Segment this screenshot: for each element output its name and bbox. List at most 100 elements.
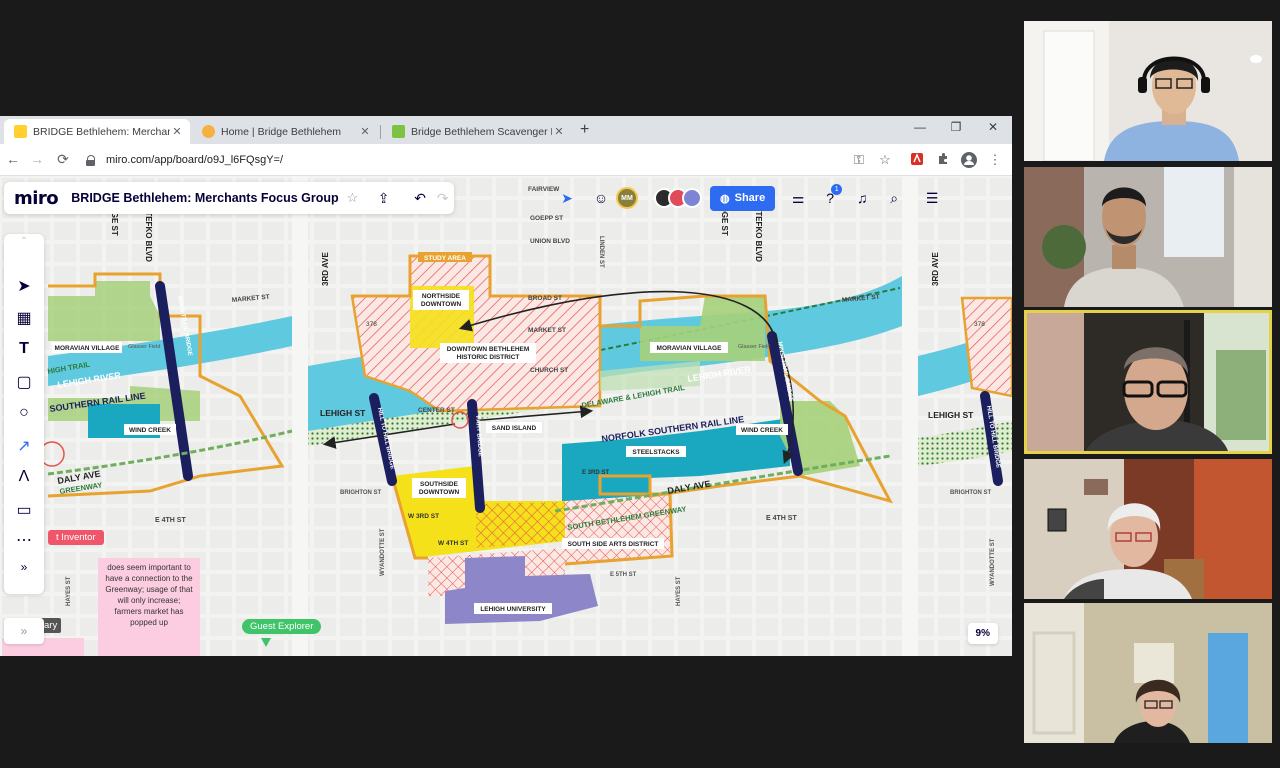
avatar[interactable] [682,188,702,208]
add-reaction-icon[interactable]: ☺ [588,190,614,206]
forward-button[interactable]: → [28,151,46,167]
extensions-puzzle-icon[interactable] [934,152,952,169]
video-feed [1024,459,1272,599]
notification-count-badge: 1 [831,184,843,195]
participant-video-1[interactable] [1024,21,1272,161]
market-st-label: MARKET ST [528,327,566,334]
collapse-arrow-icon[interactable]: ⌃ [4,236,44,247]
hayes-st-left-label: HAYES ST [66,576,72,606]
church-st-label: CHURCH ST [530,367,568,374]
close-tab-icon[interactable]: ✕ [170,125,184,138]
globe-icon: ◍ [720,192,730,205]
expand-tools-chevron-icon[interactable]: » [4,560,44,574]
key-icon[interactable]: ⚿ [850,152,868,168]
new-tab-button[interactable]: + [580,121,589,139]
southside-downtown-label: SOUTHSIDE DOWNTOWN [419,481,460,496]
miro-board-canvas[interactable]: STUDY AREA NORTHSIDE DOWNTOWN DOWNTOWN BE… [0,176,1012,656]
participant-video-2[interactable] [1024,167,1272,307]
lock-icon [86,154,96,166]
e-4th-st-left-label: E 4TH ST [155,517,186,524]
sun-favicon-icon [202,125,215,138]
inventor-cursor-badge: t Inventor [48,530,104,545]
guest-cursor-icon [261,638,271,647]
hayes-st-label: HAYES ST [676,576,682,606]
share-button[interactable]: ◍ Share [710,185,776,211]
pen-draw-tool[interactable]: Ʌ [4,468,44,486]
profile-icon[interactable] [960,152,978,171]
lehigh-st-label: LEHIGH ST [320,408,366,418]
more-tools-icon[interactable]: ⋯ [4,530,44,550]
tab-merchants-focus-group[interactable]: BRIDGE Bethlehem: Merchants F... ✕ [4,119,190,144]
export-upload-icon[interactable]: ⇪ [372,190,395,207]
notifications-bell-icon[interactable]: ♫ [849,190,875,206]
linden-st-label: LINDEN ST [598,236,604,268]
favorite-star-icon[interactable]: ☆ [347,190,359,206]
collaborator-avatars[interactable] [654,188,702,208]
undo-icon[interactable]: ↶ [409,190,432,207]
minimize-button[interactable]: — [910,120,930,134]
miro-logo[interactable]: miro [14,188,71,209]
wyandotte-st-right-label: WYANDOTTE ST [990,538,996,586]
miro-tool-rail: ⌃ ➤ ▦ T ▢ ○ ↗ Ʌ ▭ ⋯ » [4,234,44,594]
route-378-right-label: 378 [974,321,985,328]
search-icon[interactable]: ⌕ [881,190,907,207]
reactions-cursor-icon[interactable]: ➤ [554,190,580,207]
miro-collaboration-bar: ➤ ☺ MM ◍ Share ⚌ ? 1 ♫ ⌕ ☰ [554,182,1004,214]
close-window-button[interactable]: ✕ [983,120,1003,134]
browser-window: BRIDGE Bethlehem: Merchants F... ✕ Home … [0,116,1012,656]
select-cursor-tool[interactable]: ➤ [4,276,44,296]
comment-tool[interactable]: ▭ [4,500,44,520]
video-feed [1024,167,1272,307]
board-title[interactable]: BRIDGE Bethlehem: Merchants Focus Group [71,191,338,205]
tab-separator [380,125,381,139]
bookmark-star-icon[interactable]: ☆ [876,152,894,168]
connection-line-tool[interactable]: ↗ [4,436,44,456]
moravian-village-label: MORAVIAN VILLAGE [657,345,723,352]
participant-video-5[interactable] [1024,603,1272,743]
video-feed [1024,310,1272,454]
stefko-blvd-label: STEFKO BLVD [754,206,763,262]
participant-video-3-speaking[interactable] [1024,310,1272,454]
third-ave-label: 3RD AVE [321,252,330,286]
sand-island-label: SAND ISLAND [492,425,537,432]
center-st-label: CENTER ST [418,407,455,414]
tab-strip: BRIDGE Bethlehem: Merchants F... ✕ Home … [0,116,1012,144]
arts-district-label: SOUTH SIDE ARTS DISTRICT [568,541,659,548]
expand-sidebar-button[interactable]: » [4,618,44,644]
url-field[interactable]: miro.com/app/board/o9J_l6FQsgY=/ [86,148,846,172]
e-4th-st-label: E 4TH ST [766,515,797,522]
back-button[interactable]: ← [4,151,22,167]
pdf-extension-icon[interactable] [908,152,926,169]
settings-sliders-icon[interactable]: ⚌ [785,190,811,207]
text-tool[interactable]: T [4,340,44,358]
miro-favicon-icon [14,125,27,138]
shape-circle-tool[interactable]: ○ [4,404,44,422]
lehigh-st-right-label: LEHIGH ST [928,410,974,420]
kebab-menu-icon[interactable]: ⋮ [986,152,1004,168]
broad-st-label: BROAD ST [528,295,562,302]
sticky-note[interactable]: does seem important to have a connection… [98,558,200,656]
screen: BRIDGE Bethlehem: Merchants F... ✕ Home … [0,0,1280,768]
templates-frame-tool[interactable]: ▦ [4,308,44,328]
northside-label: NORTHSIDE DOWNTOWN [421,293,462,308]
e-5th-st-label: E 5TH ST [610,572,637,578]
glasser-field-left-label: Glasser Field [128,344,160,350]
study-area-label: STUDY AREA [424,255,466,262]
third-ave-right-label: 3RD AVE [931,252,940,286]
board-menu-icon[interactable]: ☰ [919,190,945,207]
tab-home-bridge-bethlehem[interactable]: Home | Bridge Bethlehem ✕ [192,119,378,144]
route-378-label: 378 [366,321,377,328]
reload-button[interactable]: ⟳ [54,151,72,168]
close-tab-icon[interactable]: ✕ [552,125,566,138]
sticky-note-tool[interactable]: ▢ [4,372,44,392]
help-icon[interactable]: ? 1 [817,184,843,206]
user-avatar-mm[interactable]: MM [616,187,638,209]
participant-video-4[interactable] [1024,459,1272,599]
tab-scavenger-hunt[interactable]: Bridge Bethlehem Scavenger Hu... ✕ [382,119,572,144]
glasser-field-label: Glasser Field [738,344,770,350]
restore-button[interactable]: ❐ [946,120,966,134]
avatar-initials: MM [621,194,633,202]
redo-icon[interactable]: ↷ [431,190,454,207]
zoom-level[interactable]: 9% [967,623,998,644]
close-tab-icon[interactable]: ✕ [358,125,372,138]
